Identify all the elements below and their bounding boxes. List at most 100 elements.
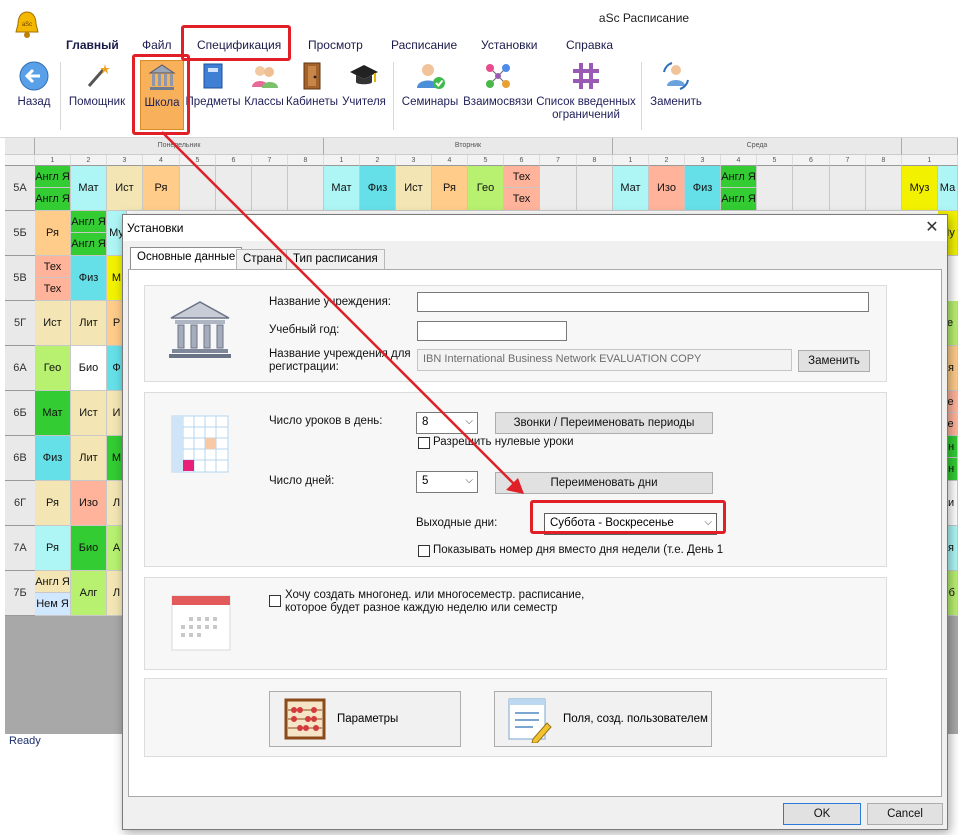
lesson-cell[interactable]: Тех (35, 278, 71, 301)
lesson-cell[interactable]: Био (71, 346, 107, 391)
menu-tab-view[interactable]: Просмотр (308, 38, 363, 52)
lesson-cell[interactable]: Муз (902, 166, 938, 211)
cancel-button[interactable]: Cancel (867, 803, 943, 825)
lesson-cell[interactable]: Ря (432, 166, 468, 211)
lesson-cell[interactable]: Ря (143, 166, 180, 211)
lesson-cell[interactable]: Физ (360, 166, 396, 211)
rooms-button[interactable]: Кабинеты (286, 60, 338, 109)
class-label[interactable]: 6Б (5, 391, 35, 436)
empty-cell[interactable] (866, 166, 902, 211)
relations-button[interactable]: Взаимосвязи (462, 60, 534, 109)
constraints-list-button[interactable]: Список введенных ограничений (534, 60, 638, 122)
empty-cell[interactable] (180, 166, 216, 211)
empty-cell[interactable] (793, 166, 830, 211)
lesson-cell[interactable]: Физ (71, 256, 107, 301)
menu-tab-file[interactable]: Файл (142, 38, 172, 52)
lesson-cell[interactable]: Лит (71, 301, 107, 346)
lesson-cell[interactable]: Англ Я (35, 188, 71, 211)
allow-zero-lessons-checkbox[interactable] (418, 437, 430, 449)
lesson-cell[interactable]: Гео (35, 346, 71, 391)
lesson-cell[interactable]: Физ (685, 166, 721, 211)
lesson-cell[interactable]: Англ Я (721, 188, 757, 211)
wizard-button[interactable]: Помощник (65, 60, 129, 109)
empty-cell[interactable] (288, 166, 324, 211)
empty-cell[interactable] (540, 166, 577, 211)
lesson-cell[interactable]: Лит (71, 436, 107, 481)
lesson-cell[interactable]: Био (71, 526, 107, 571)
school-year-input[interactable] (417, 321, 567, 341)
lesson-cell[interactable]: Ист (107, 166, 143, 211)
lesson-cell[interactable]: Ист (35, 301, 71, 346)
lesson-cell[interactable]: Ма (938, 166, 958, 211)
tab-country[interactable]: Страна (236, 249, 290, 269)
back-button[interactable]: Назад (12, 60, 56, 109)
classes-button[interactable]: Классы (243, 60, 285, 109)
class-label[interactable]: 6А (5, 346, 35, 391)
lesson-cell[interactable]: Англ Я (35, 166, 71, 188)
lessons-per-day-select[interactable]: 8 ⌵ (416, 412, 478, 434)
teachers-button[interactable]: Учителя (341, 60, 387, 109)
menu-tab-settings[interactable]: Установки (481, 38, 537, 52)
lesson-cell[interactable]: Ист (71, 391, 107, 436)
lesson-cell[interactable]: Англ Я (71, 233, 107, 256)
replace-registration-button[interactable]: Заменить (798, 350, 870, 372)
days-count-select[interactable]: 5 ⌵ (416, 471, 478, 493)
period-header: 5 (180, 155, 216, 166)
lesson-cell[interactable]: Англ Я (35, 571, 71, 593)
lesson-cell[interactable]: Англ Я (71, 211, 107, 233)
menu-tab-schedule[interactable]: Расписание (391, 38, 457, 52)
lesson-cell[interactable]: Мат (71, 166, 107, 211)
lesson-cell[interactable]: Мат (613, 166, 649, 211)
empty-cell[interactable] (830, 166, 866, 211)
org-name-input[interactable] (417, 292, 869, 312)
lesson-cell[interactable]: Физ (35, 436, 71, 481)
class-label[interactable]: 7Б (5, 571, 35, 616)
lesson-cell[interactable]: Тех (35, 256, 71, 278)
menu-tab-help[interactable]: Справка (566, 38, 613, 52)
show-day-number-checkbox[interactable] (418, 545, 430, 557)
class-label[interactable]: 6Г (5, 481, 35, 526)
dialog-title: Установки (127, 221, 184, 235)
lesson-cell[interactable]: Ря (35, 211, 71, 256)
tab-schedule-type[interactable]: Тип расписания (286, 249, 385, 269)
lesson-cell[interactable]: Тех (504, 166, 540, 188)
class-label[interactable]: 7А (5, 526, 35, 571)
empty-cell[interactable] (252, 166, 288, 211)
class-label[interactable]: 6В (5, 436, 35, 481)
lesson-cell[interactable]: Мат (324, 166, 360, 211)
lesson-cell[interactable]: Гео (468, 166, 504, 211)
lesson-cell[interactable]: Нем Я (35, 593, 71, 616)
parameters-button[interactable]: Параметры (269, 691, 461, 747)
menu-tab-specification[interactable]: Спецификация (197, 38, 281, 52)
bells-rename-periods-button[interactable]: Звонки / Переименовать периоды (495, 412, 713, 434)
class-label[interactable]: 5Б (5, 211, 35, 256)
lesson-cell[interactable]: Изо (71, 481, 107, 526)
lesson-cell[interactable]: Англ Я (721, 166, 757, 188)
lesson-cell[interactable]: Изо (649, 166, 685, 211)
empty-cell[interactable] (577, 166, 613, 211)
class-label[interactable]: 5А (5, 166, 35, 211)
class-label[interactable]: 5В (5, 256, 35, 301)
lesson-cell[interactable]: Алг (71, 571, 107, 616)
close-icon[interactable]: ✕ (920, 217, 944, 239)
rename-days-button[interactable]: Переименовать дни (495, 472, 713, 494)
seminars-button[interactable]: Семинары (400, 60, 460, 109)
lesson-cell[interactable]: Ря (35, 526, 71, 571)
replace-button[interactable]: Заменить (647, 60, 705, 109)
empty-cell[interactable] (757, 166, 793, 211)
lesson-cell[interactable]: Ист (396, 166, 432, 211)
lesson-cell[interactable]: Ря (35, 481, 71, 526)
tab-basic-data[interactable]: Основные данные (130, 247, 243, 270)
empty-cell[interactable] (216, 166, 252, 211)
subjects-button[interactable]: Предметы (185, 60, 241, 109)
weekend-select[interactable]: Суббота - Воскресенье ⌵ (544, 513, 717, 535)
school-button[interactable]: Школа (140, 60, 184, 130)
lessons-per-day-value: 8 (422, 416, 429, 428)
multiweek-checkbox[interactable] (269, 595, 281, 607)
lesson-cell[interactable]: Тех (504, 188, 540, 211)
menu-tab-main[interactable]: Главный (66, 38, 119, 52)
class-label[interactable]: 5Г (5, 301, 35, 346)
ok-button[interactable]: OK (783, 803, 861, 825)
lesson-cell[interactable]: Мат (35, 391, 71, 436)
user-fields-button[interactable]: Поля, созд. пользователем (494, 691, 712, 747)
